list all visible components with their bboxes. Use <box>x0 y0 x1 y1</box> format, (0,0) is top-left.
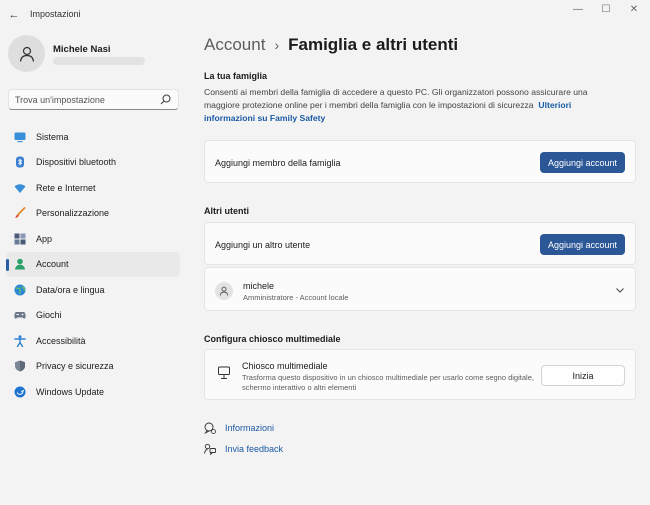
search-icon[interactable] <box>159 93 172 106</box>
sidebar-item-sistema[interactable]: Sistema <box>6 124 180 150</box>
sidebar-item-accessibilita[interactable]: Accessibilità <box>6 328 180 354</box>
globe-clock-icon <box>14 284 26 296</box>
minimize-icon: — <box>573 4 583 15</box>
sidebar-item-bluetooth[interactable]: Dispositivi bluetooth <box>6 150 180 176</box>
sidebar-item-giochi[interactable]: Giochi <box>6 303 180 329</box>
kiosk-card: Chiosco multimediale Trasforma questo di… <box>204 349 636 400</box>
back-button[interactable]: ← <box>6 7 22 23</box>
sidebar-item-account[interactable]: Account <box>6 251 180 277</box>
person-icon <box>219 286 229 296</box>
profile-avatar[interactable] <box>8 35 45 72</box>
profile-email-redacted <box>53 57 145 65</box>
sidebar-item-label: Giochi <box>36 310 62 321</box>
windows-update-icon <box>14 386 26 398</box>
sidebar-nav: Sistema Dispositivi bluetooth Rete e Int… <box>6 124 180 405</box>
sidebar-item-label: Data/ora e lingua <box>36 284 105 295</box>
breadcrumb-parent[interactable]: Account <box>204 35 265 54</box>
sidebar-item-app[interactable]: App <box>6 226 180 252</box>
sidebar-item-label: Dispositivi bluetooth <box>36 157 117 168</box>
sidebar-item-label: Privacy e sicurezza <box>36 361 114 372</box>
user-avatar <box>215 282 233 300</box>
kiosk-start-button[interactable]: Inizia <box>541 365 625 386</box>
info-link[interactable]: Informazioni <box>204 421 274 435</box>
feedback-link[interactable]: Invia feedback <box>204 442 283 456</box>
monitor-icon <box>14 131 26 143</box>
sidebar-item-rete[interactable]: Rete e Internet <box>6 175 180 201</box>
title-bar: ← Impostazioni — ☐ ✕ <box>0 0 650 30</box>
kiosk-icon <box>218 366 230 379</box>
maximize-icon: ☐ <box>601 4 611 15</box>
kiosk-title: Chiosco multimediale <box>242 361 328 371</box>
sidebar-item-label: Rete e Internet <box>36 182 96 193</box>
info-link-label[interactable]: Informazioni <box>225 423 274 433</box>
chevron-down-icon[interactable] <box>615 285 625 295</box>
brush-icon <box>14 207 26 219</box>
help-chat-icon <box>204 422 216 434</box>
wifi-icon <box>14 182 26 194</box>
user-name: michele <box>243 281 275 291</box>
kiosk-section-title: Configura chiosco multimediale <box>204 334 341 344</box>
add-family-member-label: Aggiungi membro della famiglia <box>215 158 341 168</box>
feedback-icon <box>204 443 216 455</box>
user-role: Amministratore - Account locale <box>243 293 349 302</box>
apps-icon <box>14 233 26 245</box>
sidebar-item-label: Sistema <box>36 131 69 142</box>
kiosk-description: Trasforma questo dispositivo in un chios… <box>242 373 534 392</box>
search-box[interactable] <box>8 89 179 110</box>
breadcrumb: Account › Famiglia e altri utenti <box>204 35 458 55</box>
other-users-section-title: Altri utenti <box>204 206 249 216</box>
sidebar-item-privacy[interactable]: Privacy e sicurezza <box>6 354 180 380</box>
add-family-member-card: Aggiungi membro della famiglia Aggiungi … <box>204 140 636 183</box>
sidebar-item-label: Personalizzazione <box>36 208 110 219</box>
account-icon <box>14 258 26 270</box>
add-other-user-card: Aggiungi un altro utente Aggiungi accoun… <box>204 222 636 265</box>
breadcrumb-separator: › <box>274 37 280 53</box>
page-title: Famiglia e altri utenti <box>288 35 459 54</box>
maximize-button[interactable]: ☐ <box>596 4 616 16</box>
feedback-link-label[interactable]: Invia feedback <box>225 444 283 454</box>
family-section-title: La tua famiglia <box>204 71 268 81</box>
app-title: Impostazioni <box>30 9 81 19</box>
close-button[interactable]: ✕ <box>624 4 644 16</box>
sidebar-item-label: App <box>36 233 53 244</box>
minimize-button[interactable]: — <box>568 4 588 16</box>
search-input[interactable] <box>15 93 155 107</box>
sidebar-item-data-ora[interactable]: Data/ora e lingua <box>6 277 180 303</box>
back-arrow-icon: ← <box>8 9 20 21</box>
close-icon: ✕ <box>629 4 639 15</box>
sidebar-item-label: Account <box>36 259 69 270</box>
profile-name: Michele Nasi <box>53 44 111 55</box>
gamepad-icon <box>14 309 26 321</box>
family-description-text: Consenti ai membri della famiglia di acc… <box>204 87 588 110</box>
add-other-user-label: Aggiungi un altro utente <box>215 240 311 250</box>
accessibility-icon <box>14 335 26 347</box>
shield-icon <box>14 360 26 372</box>
person-icon <box>19 46 34 62</box>
sidebar-item-label: Windows Update <box>36 386 105 397</box>
sidebar-item-personalizzazione[interactable]: Personalizzazione <box>6 201 180 227</box>
add-other-account-button[interactable]: Aggiungi account <box>540 234 625 255</box>
bluetooth-icon <box>14 156 26 168</box>
sidebar-item-windows-update[interactable]: Windows Update <box>6 379 180 405</box>
add-family-account-button[interactable]: Aggiungi account <box>540 152 625 173</box>
sidebar-item-label: Accessibilità <box>36 335 86 346</box>
family-description: Consenti ai membri della famiglia di acc… <box>204 86 624 125</box>
user-card-michele[interactable]: michele Amministratore - Account locale <box>204 267 636 311</box>
